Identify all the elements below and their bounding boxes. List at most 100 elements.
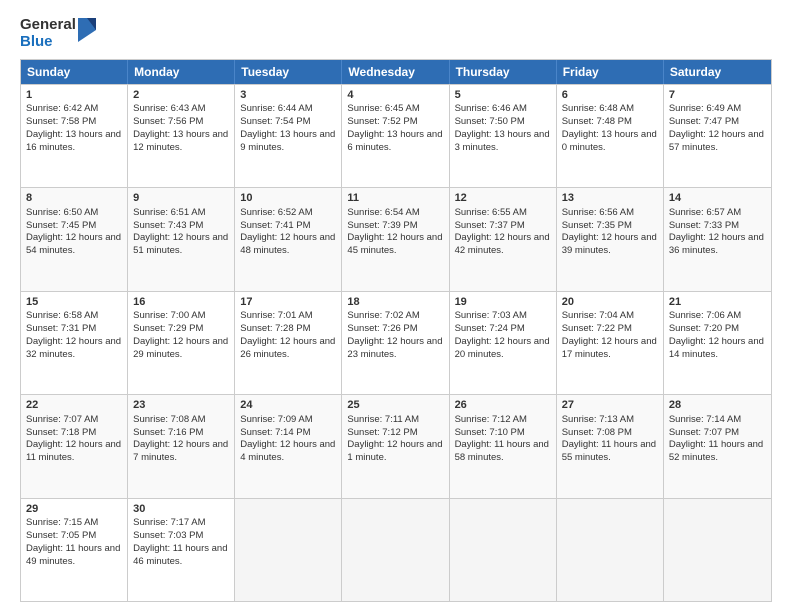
sunset-label: Sunset: 7:47 PM [669, 116, 739, 127]
daylight-label: Daylight: 12 hours and 11 minutes. [26, 439, 121, 463]
day-number: 6 [562, 88, 658, 103]
header-saturday: Saturday [664, 60, 771, 84]
daylight-label: Daylight: 12 hours and 57 minutes. [669, 129, 764, 153]
day-cell-23: 23 Sunrise: 7:08 AM Sunset: 7:16 PM Dayl… [128, 395, 235, 498]
empty-cell-4-3 [342, 499, 449, 602]
daylight-label: Daylight: 13 hours and 16 minutes. [26, 129, 121, 153]
logo-triangle-icon [78, 18, 96, 47]
sunset-label: Sunset: 7:07 PM [669, 427, 739, 438]
sunrise-label: Sunrise: 6:56 AM [562, 207, 634, 218]
calendar-header: Sunday Monday Tuesday Wednesday Thursday… [21, 60, 771, 84]
day-cell-2: 2 Sunrise: 6:43 AM Sunset: 7:56 PM Dayli… [128, 85, 235, 188]
day-cell-10: 10 Sunrise: 6:52 AM Sunset: 7:41 PM Dayl… [235, 188, 342, 291]
sunset-label: Sunset: 7:33 PM [669, 220, 739, 231]
sunset-label: Sunset: 7:03 PM [133, 530, 203, 541]
day-cell-24: 24 Sunrise: 7:09 AM Sunset: 7:14 PM Dayl… [235, 395, 342, 498]
sunset-label: Sunset: 7:56 PM [133, 116, 203, 127]
logo: General Blue [20, 16, 96, 51]
sunset-label: Sunset: 7:28 PM [240, 323, 310, 334]
day-cell-30: 30 Sunrise: 7:17 AM Sunset: 7:03 PM Dayl… [128, 499, 235, 602]
sunrise-label: Sunrise: 7:01 AM [240, 310, 312, 321]
day-number: 20 [562, 295, 658, 310]
day-cell-17: 17 Sunrise: 7:01 AM Sunset: 7:28 PM Dayl… [235, 292, 342, 395]
sunrise-label: Sunrise: 6:42 AM [26, 103, 98, 114]
day-number: 18 [347, 295, 443, 310]
sunrise-label: Sunrise: 6:43 AM [133, 103, 205, 114]
day-cell-7: 7 Sunrise: 6:49 AM Sunset: 7:47 PM Dayli… [664, 85, 771, 188]
sunset-label: Sunset: 7:20 PM [669, 323, 739, 334]
sunrise-label: Sunrise: 6:52 AM [240, 207, 312, 218]
daylight-label: Daylight: 11 hours and 46 minutes. [133, 543, 227, 567]
logo-general-text: General [20, 16, 76, 33]
calendar-row-2: 8 Sunrise: 6:50 AM Sunset: 7:45 PM Dayli… [21, 187, 771, 291]
day-number: 14 [669, 191, 766, 206]
sunrise-label: Sunrise: 6:54 AM [347, 207, 419, 218]
empty-cell-4-5 [557, 499, 664, 602]
sunset-label: Sunset: 7:16 PM [133, 427, 203, 438]
daylight-label: Daylight: 13 hours and 9 minutes. [240, 129, 335, 153]
daylight-label: Daylight: 12 hours and 36 minutes. [669, 232, 764, 256]
daylight-label: Daylight: 13 hours and 3 minutes. [455, 129, 550, 153]
day-number: 3 [240, 88, 336, 103]
daylight-label: Daylight: 11 hours and 55 minutes. [562, 439, 656, 463]
calendar-row-3: 15 Sunrise: 6:58 AM Sunset: 7:31 PM Dayl… [21, 291, 771, 395]
sunset-label: Sunset: 7:31 PM [26, 323, 96, 334]
day-number: 29 [26, 502, 122, 517]
daylight-label: Daylight: 12 hours and 42 minutes. [455, 232, 550, 256]
sunrise-label: Sunrise: 7:06 AM [669, 310, 741, 321]
day-cell-25: 25 Sunrise: 7:11 AM Sunset: 7:12 PM Dayl… [342, 395, 449, 498]
sunset-label: Sunset: 7:58 PM [26, 116, 96, 127]
day-cell-20: 20 Sunrise: 7:04 AM Sunset: 7:22 PM Dayl… [557, 292, 664, 395]
sunrise-label: Sunrise: 6:49 AM [669, 103, 741, 114]
daylight-label: Daylight: 12 hours and 39 minutes. [562, 232, 657, 256]
empty-cell-4-2 [235, 499, 342, 602]
day-cell-4: 4 Sunrise: 6:45 AM Sunset: 7:52 PM Dayli… [342, 85, 449, 188]
day-cell-15: 15 Sunrise: 6:58 AM Sunset: 7:31 PM Dayl… [21, 292, 128, 395]
daylight-label: Daylight: 12 hours and 23 minutes. [347, 336, 442, 360]
daylight-label: Daylight: 12 hours and 20 minutes. [455, 336, 550, 360]
sunset-label: Sunset: 7:52 PM [347, 116, 417, 127]
day-cell-3: 3 Sunrise: 6:44 AM Sunset: 7:54 PM Dayli… [235, 85, 342, 188]
calendar-body: 1 Sunrise: 6:42 AM Sunset: 7:58 PM Dayli… [21, 84, 771, 602]
daylight-label: Daylight: 12 hours and 17 minutes. [562, 336, 657, 360]
day-number: 4 [347, 88, 443, 103]
logo-blue-text: Blue [20, 33, 76, 50]
daylight-label: Daylight: 12 hours and 32 minutes. [26, 336, 121, 360]
day-number: 19 [455, 295, 551, 310]
sunrise-label: Sunrise: 6:55 AM [455, 207, 527, 218]
day-number: 2 [133, 88, 229, 103]
sunset-label: Sunset: 7:48 PM [562, 116, 632, 127]
sunset-label: Sunset: 7:26 PM [347, 323, 417, 334]
sunrise-label: Sunrise: 7:17 AM [133, 517, 205, 528]
day-number: 5 [455, 88, 551, 103]
sunset-label: Sunset: 7:50 PM [455, 116, 525, 127]
calendar-row-1: 1 Sunrise: 6:42 AM Sunset: 7:58 PM Dayli… [21, 84, 771, 188]
day-number: 15 [26, 295, 122, 310]
daylight-label: Daylight: 13 hours and 0 minutes. [562, 129, 657, 153]
day-number: 22 [26, 398, 122, 413]
sunset-label: Sunset: 7:54 PM [240, 116, 310, 127]
sunset-label: Sunset: 7:37 PM [455, 220, 525, 231]
daylight-label: Daylight: 13 hours and 6 minutes. [347, 129, 442, 153]
header: General Blue [20, 16, 772, 51]
day-cell-11: 11 Sunrise: 6:54 AM Sunset: 7:39 PM Dayl… [342, 188, 449, 291]
header-thursday: Thursday [450, 60, 557, 84]
daylight-label: Daylight: 12 hours and 14 minutes. [669, 336, 764, 360]
day-cell-29: 29 Sunrise: 7:15 AM Sunset: 7:05 PM Dayl… [21, 499, 128, 602]
day-cell-28: 28 Sunrise: 7:14 AM Sunset: 7:07 PM Dayl… [664, 395, 771, 498]
sunset-label: Sunset: 7:29 PM [133, 323, 203, 334]
day-cell-18: 18 Sunrise: 7:02 AM Sunset: 7:26 PM Dayl… [342, 292, 449, 395]
day-number: 10 [240, 191, 336, 206]
day-cell-14: 14 Sunrise: 6:57 AM Sunset: 7:33 PM Dayl… [664, 188, 771, 291]
day-cell-5: 5 Sunrise: 6:46 AM Sunset: 7:50 PM Dayli… [450, 85, 557, 188]
sunset-label: Sunset: 7:18 PM [26, 427, 96, 438]
sunset-label: Sunset: 7:45 PM [26, 220, 96, 231]
sunrise-label: Sunrise: 7:15 AM [26, 517, 98, 528]
header-friday: Friday [557, 60, 664, 84]
sunset-label: Sunset: 7:10 PM [455, 427, 525, 438]
sunset-label: Sunset: 7:14 PM [240, 427, 310, 438]
day-cell-8: 8 Sunrise: 6:50 AM Sunset: 7:45 PM Dayli… [21, 188, 128, 291]
sunrise-label: Sunrise: 6:57 AM [669, 207, 741, 218]
day-number: 9 [133, 191, 229, 206]
day-number: 25 [347, 398, 443, 413]
